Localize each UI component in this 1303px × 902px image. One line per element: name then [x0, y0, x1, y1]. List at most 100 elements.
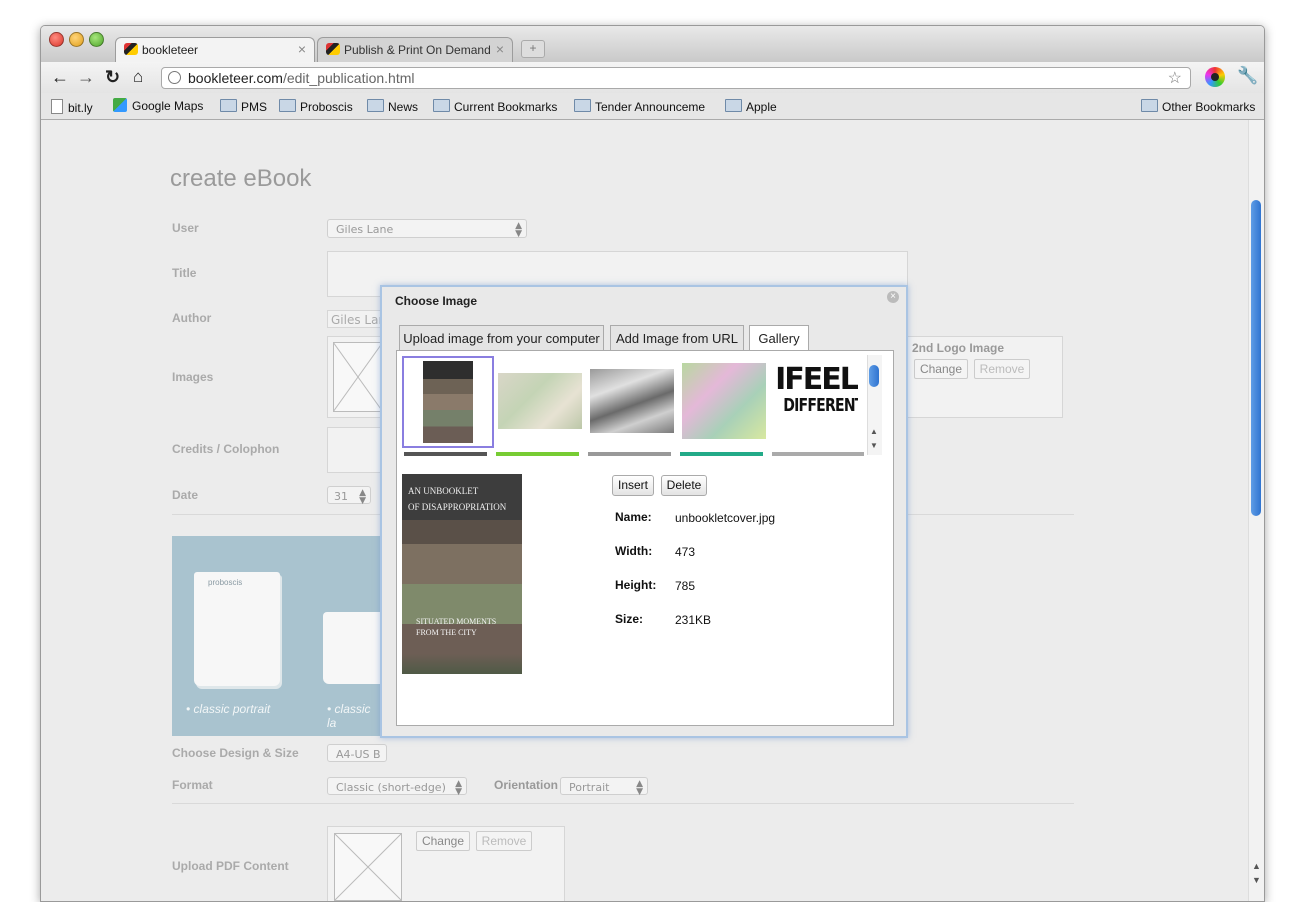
pdf-change-button[interactable]: Change	[416, 831, 470, 851]
scroll-up-icon[interactable]: ▲	[870, 427, 878, 436]
select-arrows-icon: ▲ ▼	[455, 779, 462, 797]
bookmark-star-icon[interactable]: ☆	[1168, 68, 1182, 88]
date-label: Date	[172, 488, 199, 502]
ifeel-different-thumbnail[interactable]: IFEEL DIFFERENT	[774, 365, 858, 437]
orientation-label: Orientation	[494, 778, 559, 792]
bookmark-label: Google Maps	[132, 99, 204, 113]
tab-image-from-url[interactable]: Add Image from URL	[610, 325, 744, 351]
bookmark-label: News	[388, 100, 419, 114]
delete-button[interactable]: Delete	[661, 475, 707, 496]
extension-icon[interactable]	[1205, 67, 1225, 87]
gallery-scroll-thumb[interactable]	[869, 365, 879, 387]
user-select[interactable]: Giles Lane ▲ ▼	[327, 219, 527, 239]
bookmark-folder-pms[interactable]: PMS	[220, 99, 267, 114]
height-label: Height:	[615, 578, 657, 592]
bookmark-label: Proboscis	[300, 100, 353, 114]
scroll-down-icon[interactable]: ▼	[870, 441, 878, 450]
wrench-icon[interactable]: 🔧	[1237, 66, 1258, 86]
back-arrow-icon[interactable]: ←	[51, 67, 69, 88]
tab-label: bookleteer	[142, 43, 199, 57]
other-bookmarks-folder[interactable]: Other Bookmarks	[1141, 99, 1255, 114]
select-arrows-icon: ▲ ▼	[515, 221, 522, 239]
select-arrows-icon: ▲ ▼	[636, 779, 643, 797]
tab-close-icon[interactable]: ×	[496, 41, 504, 57]
gallery-panel: IFEEL DIFFERENT ▲ ▼ AN UNBOOKLET OF DISA…	[396, 350, 894, 726]
tab-publish-print[interactable]: Publish & Print On Demand ×	[317, 37, 513, 62]
logo2-box: 2nd Logo Image Change Remove	[901, 336, 1063, 418]
name-label: Name:	[615, 510, 652, 524]
orientation-select[interactable]: Portrait ▲ ▼	[560, 777, 648, 797]
tab-bookleteer[interactable]: bookleteer ×	[115, 37, 315, 62]
design-size-label: Choose Design & Size	[172, 746, 299, 760]
page-title: create eBook	[170, 165, 312, 192]
tab-gallery[interactable]: Gallery	[749, 325, 809, 352]
bookleteer-favicon-icon	[326, 43, 340, 55]
title-bar: bookleteer × Publish & Print On Demand ×…	[41, 26, 1264, 62]
annotated-map-thumbnail[interactable]	[682, 363, 766, 439]
logo2-change-button[interactable]: Change	[914, 359, 968, 379]
insert-button[interactable]: Insert	[612, 475, 654, 496]
folder-icon	[279, 99, 296, 112]
toolbar: ← → ↻ ⌂ bookleteer.com/edit_publication.…	[41, 62, 1264, 93]
preview-subtitle: SITUATED MOMENTS FROM THE CITY	[416, 616, 496, 638]
booklets-photo-thumbnail[interactable]	[590, 369, 674, 433]
page-scrollbar[interactable]: ▲ ▼	[1248, 120, 1264, 901]
url-path: /edit_publication.html	[282, 70, 415, 86]
google-maps-icon	[113, 98, 127, 112]
image-preview: AN UNBOOKLET OF DISAPPROPRIATION SITUATE…	[402, 474, 522, 674]
forward-arrow-icon[interactable]: →	[77, 67, 95, 88]
classic-portrait-caption: • classic portrait	[186, 702, 271, 716]
zoom-window-button[interactable]	[89, 32, 104, 47]
classic-landscape-caption: • classic la	[327, 702, 371, 730]
bookmark-folder-proboscis[interactable]: Proboscis	[279, 99, 353, 114]
width-label: Width:	[615, 544, 653, 558]
scroll-down-icon[interactable]: ▼	[1252, 875, 1261, 885]
gallery-item-selected[interactable]	[402, 356, 494, 448]
bookmark-bitly[interactable]: bit.ly	[51, 99, 93, 115]
classic-landscape-card[interactable]	[323, 612, 383, 684]
bookmark-folder-apple[interactable]: Apple	[725, 99, 777, 114]
thumbnail-text-line: IFEEL	[775, 365, 858, 397]
folder-icon	[220, 99, 237, 112]
date-day-select[interactable]: 31 ▲ ▼	[327, 486, 371, 506]
preview-title: AN UNBOOKLET OF DISAPPROPRIATION	[408, 483, 506, 515]
image-placeholder-icon	[333, 342, 383, 412]
bookmark-folder-current[interactable]: Current Bookmarks	[433, 99, 557, 114]
date-day-value: 31	[334, 490, 348, 503]
bookmark-label: Tender Announceme	[595, 100, 706, 114]
orientation-value: Portrait	[569, 781, 610, 794]
logo2-label: 2nd Logo Image	[912, 341, 1005, 355]
tab-close-icon[interactable]: ×	[298, 41, 306, 57]
page-icon	[51, 99, 63, 114]
pdf-placeholder-icon	[334, 833, 402, 901]
preview-subtitle-line: SITUATED MOMENTS	[416, 617, 497, 626]
dialog-close-icon[interactable]: ×	[887, 291, 899, 303]
credits-textarea[interactable]	[327, 427, 387, 473]
bookmark-folder-tender[interactable]: Tender Announceme	[574, 99, 705, 114]
map-thumbnail[interactable]	[498, 373, 582, 429]
close-window-button[interactable]	[49, 32, 64, 47]
new-tab-button[interactable]: +	[521, 40, 545, 58]
bookmark-google-maps[interactable]: Google Maps	[113, 98, 204, 113]
choose-image-dialog: Choose Image × Upload image from your co…	[380, 285, 908, 738]
user-select-value: Giles Lane	[336, 223, 394, 236]
bookmark-label: Current Bookmarks	[454, 100, 558, 114]
format-select[interactable]: Classic (short-edge) ▲ ▼	[327, 777, 467, 797]
size-value: 231KB	[675, 613, 712, 627]
minimize-window-button[interactable]	[69, 32, 84, 47]
design-size-select[interactable]: A4-US B	[327, 744, 387, 762]
tab-upload-image[interactable]: Upload image from your computer	[399, 325, 604, 351]
pdf-upload-box: Change Remove	[327, 826, 565, 901]
classic-portrait-card[interactable]: proboscis	[194, 572, 280, 686]
logo2-remove-button[interactable]: Remove	[974, 359, 1030, 379]
reload-icon[interactable]: ↻	[105, 67, 120, 88]
bookmark-folder-news[interactable]: News	[367, 99, 418, 114]
address-bar[interactable]: bookleteer.com/edit_publication.html ☆	[161, 67, 1191, 89]
scrollbar-thumb[interactable]	[1251, 200, 1261, 516]
title-label: Title	[172, 266, 197, 280]
scroll-up-icon[interactable]: ▲	[1252, 861, 1261, 871]
preview-subtitle-line: FROM THE CITY	[416, 628, 477, 637]
home-icon[interactable]: ⌂	[133, 67, 143, 87]
pdf-remove-button[interactable]: Remove	[476, 831, 532, 851]
gallery-scrollbar[interactable]: ▲ ▼	[867, 355, 882, 455]
